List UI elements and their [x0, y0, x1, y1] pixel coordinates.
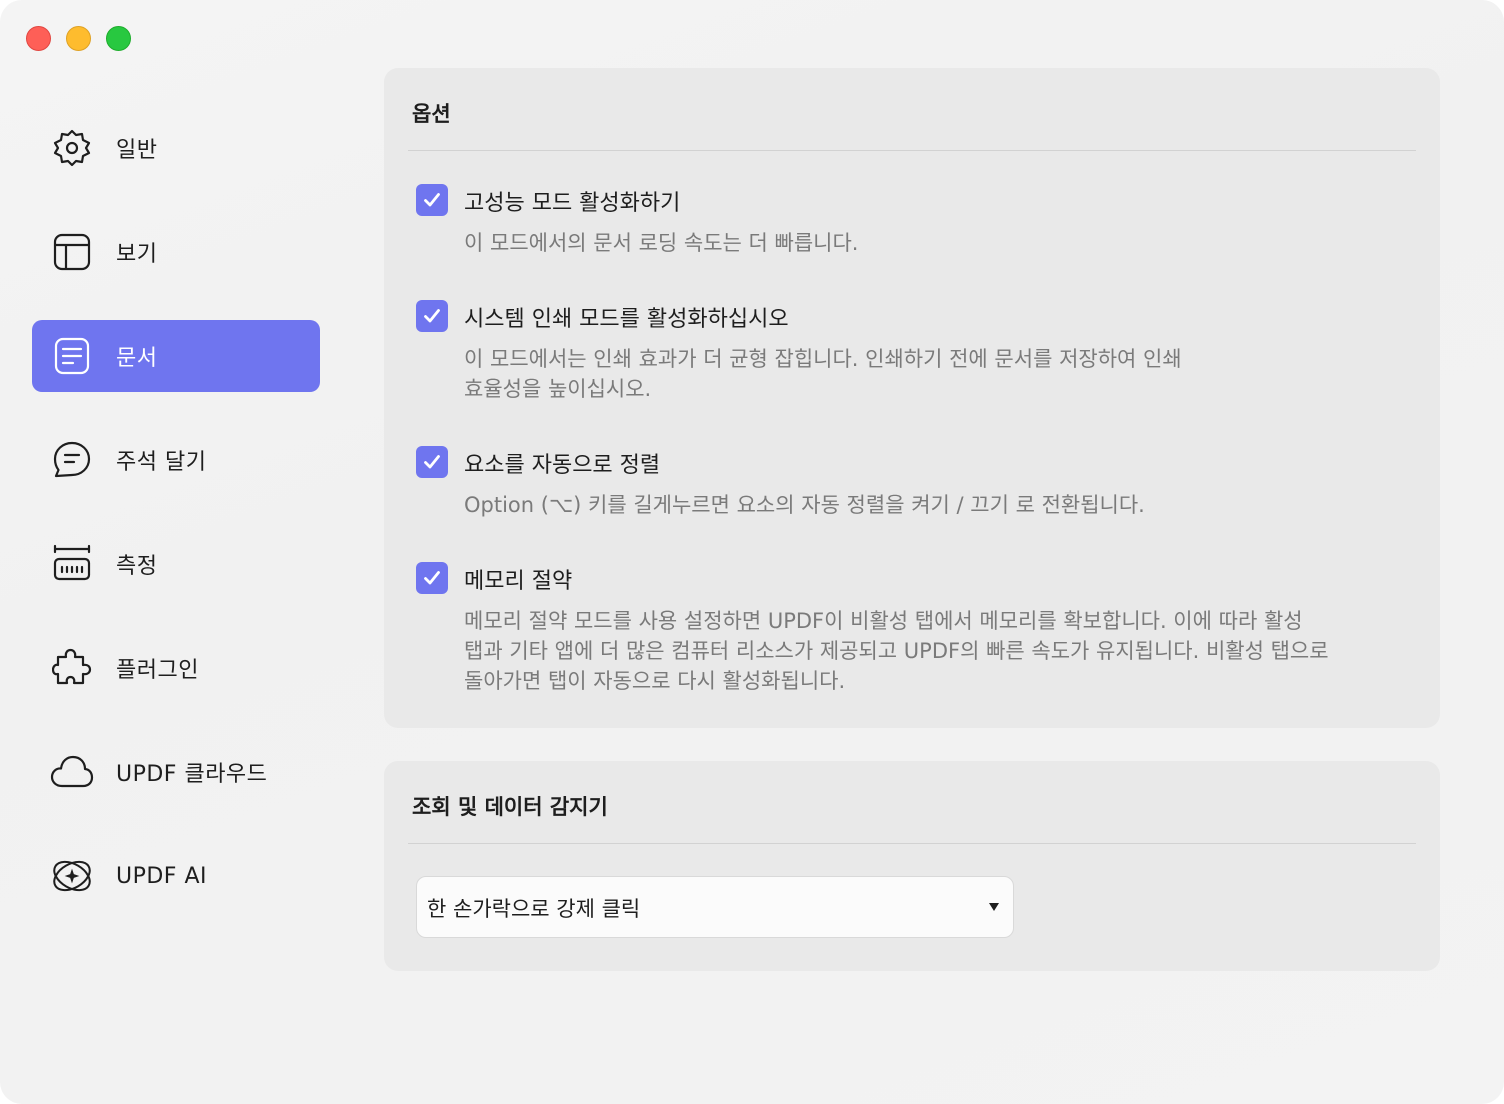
detector-panel: 조회 및 데이터 감지기 한 손가락으로 강제 클릭 — [384, 761, 1440, 971]
cloud-icon — [50, 750, 94, 794]
sidebar-item-label: 플러그인 — [116, 658, 199, 683]
option-label: 고성능 모드 활성화하기 — [464, 191, 681, 216]
minimize-window-button[interactable] — [66, 26, 91, 51]
checkmark-icon — [424, 571, 440, 585]
checkmark-icon — [424, 193, 440, 207]
sidebar-item-label: 일반 — [116, 138, 158, 163]
sidebar-item-label: UPDF 클라우드 — [116, 762, 268, 787]
auto-align-checkbox[interactable] — [416, 446, 448, 478]
sidebar-item-label: 문서 — [116, 346, 158, 371]
select-value: 한 손가락으로 강제 클릭 — [427, 897, 641, 921]
system-print-checkbox[interactable] — [416, 300, 448, 332]
option-label: 시스템 인쇄 모드를 활성화하십시오 — [464, 307, 789, 332]
divider — [408, 843, 1416, 844]
preferences-window: 일반 보기 문서 주석 달기 측정 플러그인 UPDF 클라우드 UPDF AI… — [0, 0, 1504, 1104]
description-line: 효율성을 높이십시오. — [464, 377, 652, 401]
description-line: 탭과 기타 앱에 더 많은 컴퓨터 리소스가 제공되고 UPDF의 빠른 속도가… — [464, 639, 1329, 663]
option-description: 이 모드에서는 인쇄 효과가 더 균형 잡힙니다. 인쇄하기 전에 문서를 저장… — [464, 344, 1424, 404]
sidebar-item-label: 보기 — [116, 242, 158, 267]
option-label: 요소를 자동으로 정렬 — [464, 453, 661, 478]
sidebar-item-comment[interactable]: 주석 달기 — [32, 424, 320, 496]
description-line: Option (⌥) 키를 길게누르면 요소의 자동 정렬을 켜기 / 끄기 로… — [464, 493, 1145, 517]
layout-icon — [50, 230, 94, 274]
dropdown-arrow-icon — [989, 903, 999, 911]
maximize-window-button[interactable] — [106, 26, 131, 51]
gear-icon — [50, 126, 94, 170]
options-panel: 옵션 고성능 모드 활성화하기 이 모드에서의 문서 로딩 속도는 더 빠릅니다… — [384, 68, 1440, 728]
sidebar-item-general[interactable]: 일반 — [32, 112, 320, 184]
option-description: Option (⌥) 키를 길게누르면 요소의 자동 정렬을 켜기 / 끄기 로… — [464, 490, 1424, 520]
force-click-select[interactable]: 한 손가락으로 강제 클릭 — [416, 876, 1014, 938]
sidebar-item-document[interactable]: 문서 — [32, 320, 320, 392]
sidebar-item-updf-ai[interactable]: UPDF AI — [32, 840, 320, 912]
option-description: 이 모드에서의 문서 로딩 속도는 더 빠릅니다. — [464, 228, 1364, 258]
panel-title: 옵션 — [412, 102, 451, 126]
description-line: 메모리 절약 모드를 사용 설정하면 UPDF이 비활성 탭에서 메모리를 확보… — [464, 609, 1303, 633]
sidebar-item-view[interactable]: 보기 — [32, 216, 320, 288]
sidebar-item-updf-cloud[interactable]: UPDF 클라우드 — [32, 736, 320, 808]
puzzle-icon — [50, 646, 94, 690]
comment-icon — [50, 438, 94, 482]
sidebar-item-plugins[interactable]: 플러그인 — [32, 632, 320, 704]
description-line: 이 모드에서의 문서 로딩 속도는 더 빠릅니다. — [464, 231, 859, 255]
description-line: 이 모드에서는 인쇄 효과가 더 균형 잡힙니다. 인쇄하기 전에 문서를 저장… — [464, 347, 1182, 371]
document-icon — [50, 334, 94, 378]
checkmark-icon — [424, 309, 440, 323]
sidebar-item-label: UPDF AI — [116, 863, 207, 889]
ai-sparkle-icon — [50, 854, 94, 898]
ruler-icon — [50, 542, 94, 586]
panel-title: 조회 및 데이터 감지기 — [412, 795, 608, 819]
sidebar-item-label: 주석 달기 — [116, 450, 207, 475]
description-line: 돌아가면 탭이 자동으로 다시 활성화됩니다. — [464, 669, 846, 693]
memory-saver-checkbox[interactable] — [416, 562, 448, 594]
option-label: 메모리 절약 — [464, 569, 573, 594]
divider — [408, 150, 1416, 151]
high-performance-checkbox[interactable] — [416, 184, 448, 216]
checkmark-icon — [424, 455, 440, 469]
option-description: 메모리 절약 모드를 사용 설정하면 UPDF이 비활성 탭에서 메모리를 확보… — [464, 606, 1434, 696]
close-window-button[interactable] — [26, 26, 51, 51]
sidebar-item-label: 측정 — [116, 554, 158, 579]
sidebar-item-measure[interactable]: 측정 — [32, 528, 320, 600]
